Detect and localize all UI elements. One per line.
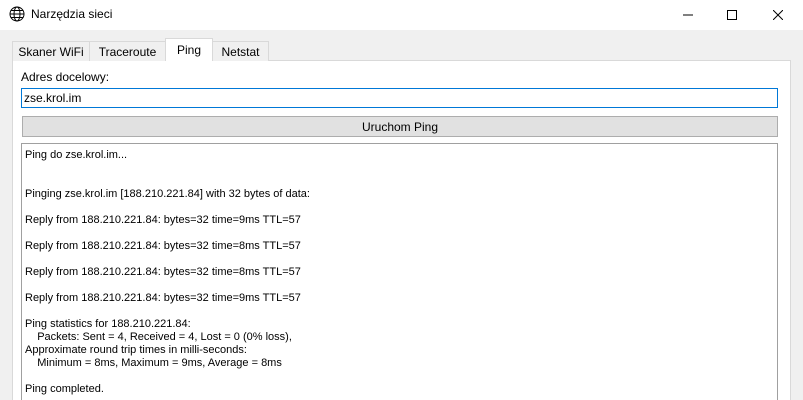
output-line: Ping do zse.krol.im... bbox=[25, 149, 128, 161]
close-button[interactable] bbox=[755, 0, 801, 30]
title-bar[interactable]: Narzędzia sieci bbox=[0, 0, 803, 30]
tab-netstat[interactable]: Netstat bbox=[212, 41, 269, 61]
output-line: Reply from 188.210.221.84: bytes=32 time… bbox=[25, 266, 301, 278]
maximize-button[interactable] bbox=[709, 0, 755, 30]
tab-ping[interactable]: Ping bbox=[165, 38, 213, 61]
tab-strip: Skaner WiFi Traceroute Ping Netstat bbox=[12, 38, 269, 61]
output-line: Minimum = 8ms, Maximum = 9ms, Average = … bbox=[25, 357, 282, 369]
target-address-label: Adres docelowy: bbox=[21, 70, 110, 84]
output-line: Packets: Sent = 4, Received = 4, Lost = … bbox=[25, 331, 292, 343]
maximize-icon bbox=[727, 10, 737, 20]
tab-wifi-scanner[interactable]: Skaner WiFi bbox=[12, 41, 90, 61]
output-line: Approximate round trip times in milli-se… bbox=[25, 344, 247, 356]
minimize-button[interactable] bbox=[665, 0, 711, 30]
target-address-input[interactable] bbox=[21, 88, 778, 108]
run-ping-button[interactable]: Uruchom Ping bbox=[22, 116, 778, 137]
tab-traceroute[interactable]: Traceroute bbox=[89, 41, 166, 61]
output-line: Reply from 188.210.221.84: bytes=32 time… bbox=[25, 214, 301, 226]
window-title: Narzędzia sieci bbox=[31, 7, 113, 21]
minimize-icon bbox=[683, 14, 693, 16]
globe-icon bbox=[9, 6, 25, 22]
output-line: Reply from 188.210.221.84: bytes=32 time… bbox=[25, 292, 301, 304]
output-line: Reply from 188.210.221.84: bytes=32 time… bbox=[25, 240, 301, 252]
ping-output-textarea[interactable]: Ping do zse.krol.im... Pinging zse.krol.i… bbox=[21, 143, 778, 400]
output-line: Ping completed. bbox=[25, 383, 104, 395]
close-icon bbox=[773, 10, 783, 20]
app-window: Narzędzia sieci Skaner WiFi Traceroute P… bbox=[0, 0, 803, 400]
output-line: Ping statistics for 188.210.221.84: bbox=[25, 318, 191, 330]
output-line: Pinging zse.krol.im [188.210.221.84] wit… bbox=[25, 188, 310, 200]
